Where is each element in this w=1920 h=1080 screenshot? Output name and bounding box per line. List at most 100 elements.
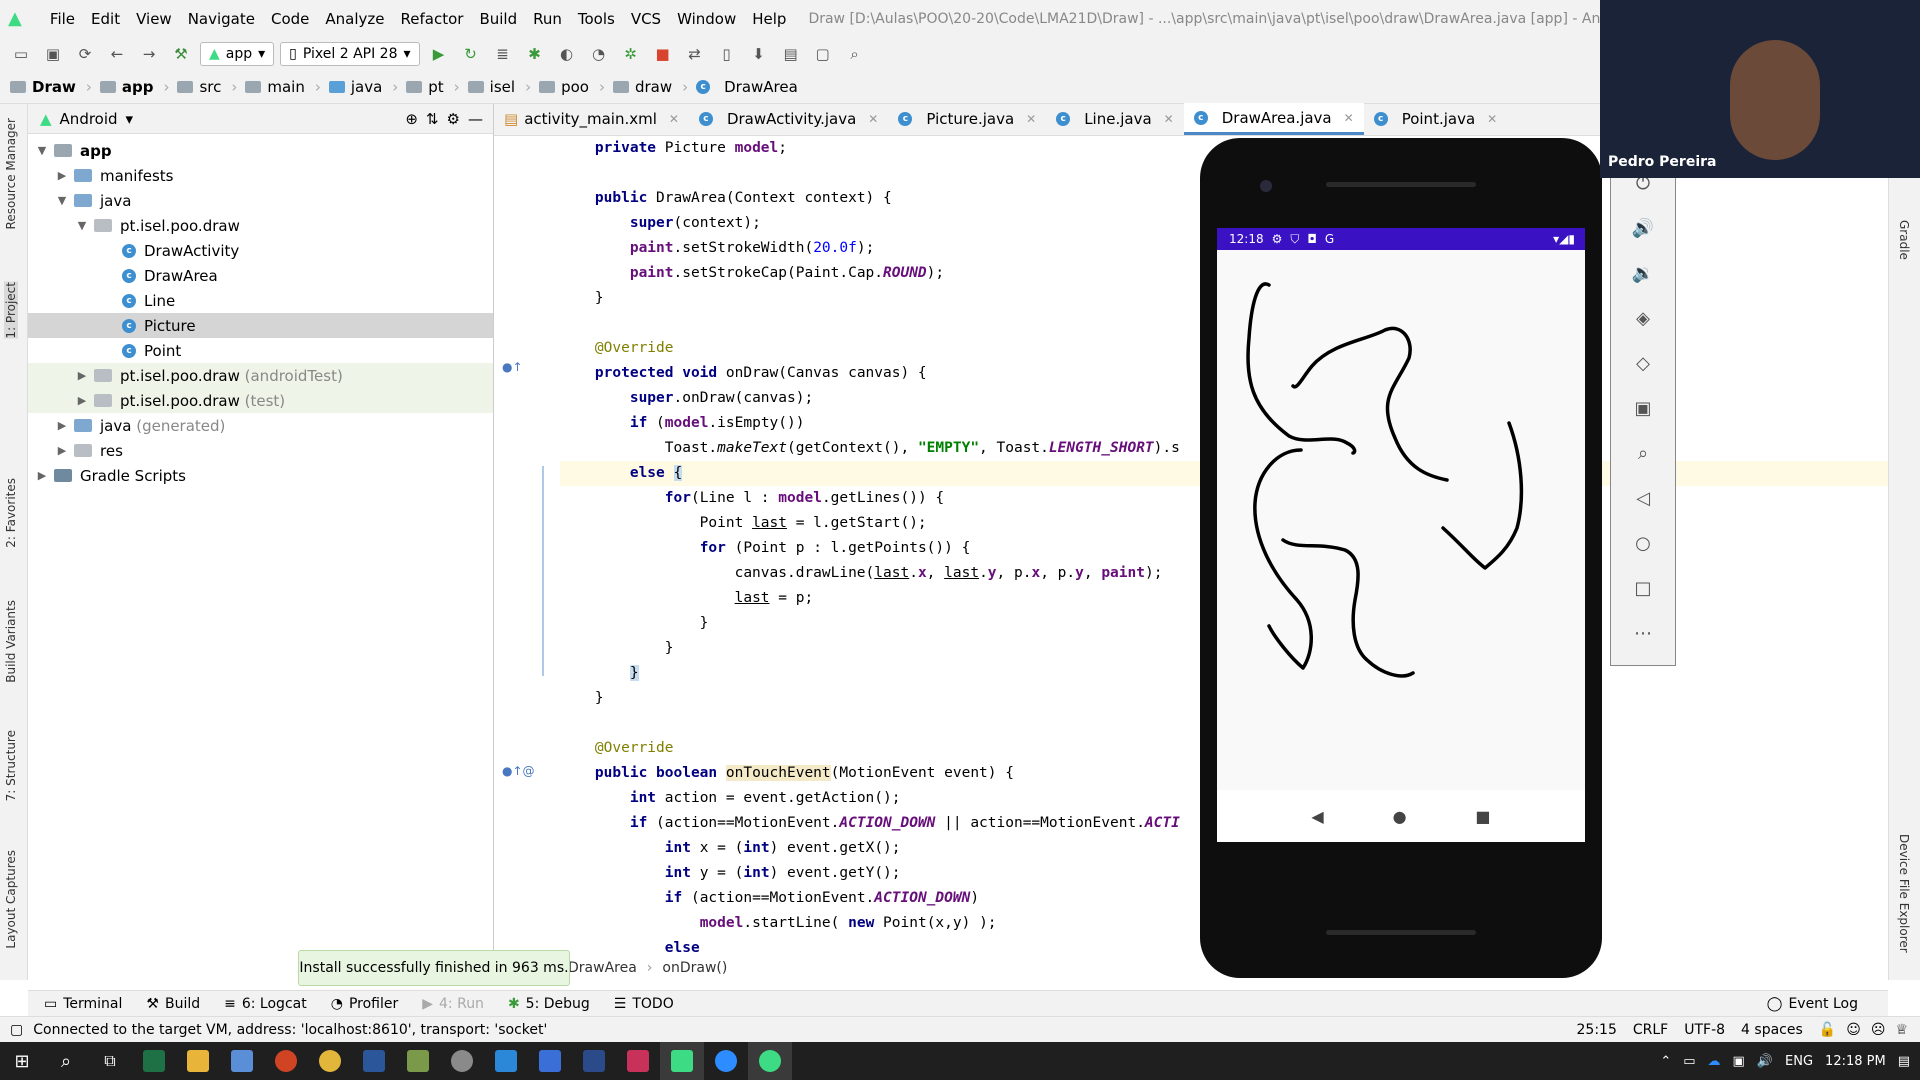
onedrive-icon[interactable]: ☁ <box>1708 1054 1721 1069</box>
tree-item-java[interactable]: ▼ java <box>28 188 493 213</box>
menu-navigate[interactable]: Navigate <box>180 10 263 28</box>
volume-up-icon[interactable]: 🔊 <box>1611 206 1675 251</box>
tab-logcat[interactable]: ≡ 6: Logcat <box>224 996 307 1012</box>
locate-icon[interactable]: ⊕ <box>405 110 418 128</box>
coverage-icon[interactable]: ◐ <box>554 42 580 66</box>
close-icon[interactable]: ✕ <box>1344 111 1354 125</box>
file-explorer-icon[interactable] <box>176 1042 220 1080</box>
screenshot-icon[interactable]: ▣ <box>1611 386 1675 431</box>
gradle-sync-icon[interactable]: ⇄ <box>682 42 708 66</box>
windows-start-icon[interactable]: ⊞ <box>0 1042 44 1080</box>
crumb-draw[interactable]: Draw <box>10 78 76 96</box>
emulator-icon[interactable] <box>748 1042 792 1080</box>
menu-file[interactable]: File <box>42 10 83 28</box>
tool-tab-build-variants[interactable]: Build Variants <box>4 600 18 683</box>
android-studio-taskbar-icon[interactable] <box>660 1042 704 1080</box>
code-crumb-method[interactable]: onDraw() <box>662 960 727 976</box>
code-crumb-class[interactable]: DrawArea <box>568 960 637 976</box>
crumb-app[interactable]: app <box>99 78 153 96</box>
menu-analyze[interactable]: Analyze <box>317 10 392 28</box>
volume-down-icon[interactable]: 🔉 <box>1611 251 1675 296</box>
chevron-down-icon[interactable]: ▼ <box>74 219 90 232</box>
settings-icon[interactable] <box>440 1042 484 1080</box>
tab-drawactivity-java[interactable]: c DrawActivity.java ✕ <box>689 103 888 135</box>
tree-item-res[interactable]: ▶ res <box>28 438 493 463</box>
collapse-all-icon[interactable]: ⇅ <box>426 110 439 128</box>
tool-tab-resource-manager[interactable]: Resource Manager <box>4 118 18 229</box>
chevron-down-icon[interactable]: ▾ <box>126 110 134 128</box>
make-project-icon[interactable]: ⚒ <box>168 42 194 66</box>
forward-icon[interactable]: → <box>136 42 162 66</box>
store-icon[interactable] <box>220 1042 264 1080</box>
chevron-up-icon[interactable]: ⌃ <box>1660 1054 1671 1069</box>
emulator-screen[interactable]: ◀ ● ■ <box>1217 228 1585 842</box>
tab-terminal[interactable]: ▭ Terminal <box>44 996 122 1012</box>
chevron-right-icon[interactable]: ▶ <box>54 169 70 182</box>
sdk-manager-icon[interactable]: ⬇ <box>746 42 772 66</box>
task-view-icon[interactable]: ⧉ <box>88 1042 132 1080</box>
menu-refactor[interactable]: Refactor <box>393 10 472 28</box>
chevron-right-icon[interactable]: ▶ <box>74 369 90 382</box>
menu-build[interactable]: Build <box>471 10 525 28</box>
tree-item-package-androidtest[interactable]: ▶ pt.isel.poo.draw (androidTest) <box>28 363 493 388</box>
profile-icon[interactable]: ◔ <box>586 42 612 66</box>
debug-icon[interactable]: ✱ <box>522 42 548 66</box>
crumb-pt[interactable]: pt <box>406 78 444 96</box>
menu-run[interactable]: Run <box>525 10 570 28</box>
notepad-icon[interactable] <box>396 1042 440 1080</box>
close-icon[interactable]: ✕ <box>868 112 878 126</box>
tree-item-gradle-scripts[interactable]: ▶ Gradle Scripts <box>28 463 493 488</box>
chevron-right-icon[interactable]: ▶ <box>54 419 70 432</box>
drawing-canvas[interactable] <box>1217 228 1585 842</box>
close-icon[interactable]: ✕ <box>1026 112 1036 126</box>
menu-view[interactable]: View <box>128 10 180 28</box>
open-folder-icon[interactable]: ▭ <box>8 42 34 66</box>
gear-icon[interactable]: ⚙ <box>447 110 460 128</box>
action-center-icon[interactable]: ▤ <box>1898 1054 1910 1069</box>
menu-edit[interactable]: Edit <box>83 10 128 28</box>
tab-profiler[interactable]: ◔ Profiler <box>331 996 399 1012</box>
mail-icon[interactable] <box>484 1042 528 1080</box>
tool-tab-favorites[interactable]: 2: Favorites <box>4 478 18 548</box>
language-indicator[interactable]: ENG <box>1785 1054 1813 1069</box>
chrome-icon[interactable] <box>308 1042 352 1080</box>
nav-back-icon[interactable]: ◀ <box>1311 807 1323 826</box>
tab-debug[interactable]: ✱ 5: Debug <box>508 996 590 1012</box>
tab-build[interactable]: ⚒ Build <box>146 996 200 1012</box>
network-icon[interactable]: ▣ <box>1733 1054 1745 1069</box>
menu-tools[interactable]: Tools <box>570 10 623 28</box>
tree-item-point[interactable]: c Point <box>28 338 493 363</box>
project-structure-icon[interactable]: ▤ <box>778 42 804 66</box>
search-icon[interactable]: ⌕ <box>842 42 868 66</box>
crumb-drawarea[interactable]: c DrawArea <box>696 78 798 96</box>
attach-debugger-icon[interactable]: ✲ <box>618 42 644 66</box>
run-icon[interactable]: ▶ <box>426 42 452 66</box>
more-icon[interactable]: ⋯ <box>1611 611 1675 656</box>
tab-run[interactable]: ▶ 4: Run <box>422 996 484 1012</box>
avd-manager-icon[interactable]: ▯ <box>714 42 740 66</box>
apply-changes-icon[interactable]: ↻ <box>458 42 484 66</box>
close-icon[interactable]: ✕ <box>1487 112 1497 126</box>
chevron-right-icon[interactable]: ▶ <box>74 394 90 407</box>
search-icon[interactable]: ⌕ <box>44 1042 88 1080</box>
tab-todo[interactable]: ☰ TODO <box>614 996 674 1012</box>
menu-help[interactable]: Help <box>744 10 794 28</box>
tree-item-line[interactable]: c Line <box>28 288 493 313</box>
tool-tab-layout-captures[interactable]: Layout Captures <box>4 850 18 949</box>
chevron-right-icon[interactable]: ▶ <box>54 444 70 457</box>
chevron-down-icon[interactable]: ▼ <box>34 144 50 157</box>
nav-home-icon[interactable]: ● <box>1393 807 1407 826</box>
powershell-icon[interactable] <box>572 1042 616 1080</box>
crumb-main[interactable]: main <box>245 78 305 96</box>
tool-tab-device-file-explorer[interactable]: Device File Explorer <box>1897 834 1911 953</box>
override-marker-icon[interactable]: ●↑ <box>502 360 523 374</box>
rotate-right-icon[interactable]: ◇ <box>1611 341 1675 386</box>
stop-icon[interactable]: ■ <box>650 42 676 66</box>
home-icon[interactable]: ○ <box>1611 521 1675 566</box>
tree-item-drawactivity[interactable]: c DrawActivity <box>28 238 493 263</box>
intellij-icon[interactable] <box>616 1042 660 1080</box>
tab-picture-java[interactable]: c Picture.java ✕ <box>888 103 1046 135</box>
menu-window[interactable]: Window <box>669 10 744 28</box>
tree-item-picture[interactable]: c Picture <box>28 313 493 338</box>
apply-code-changes-icon[interactable]: ≣ <box>490 42 516 66</box>
